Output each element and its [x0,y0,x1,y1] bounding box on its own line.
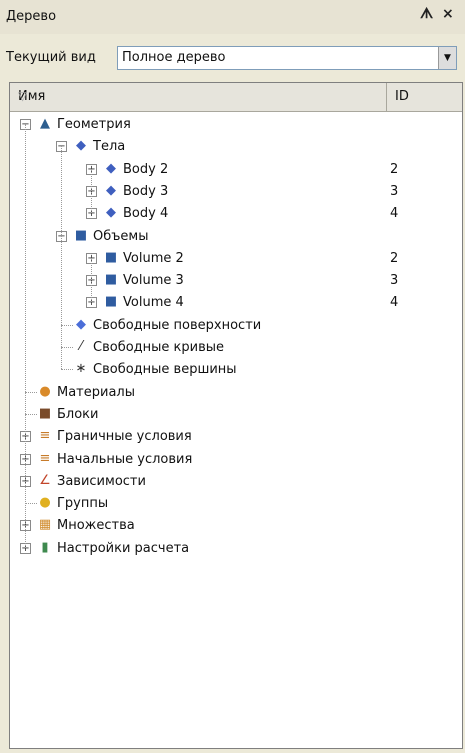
geometry-icon: ▲ [40,116,50,131]
tree-item-label: Тела [93,139,126,155]
tree-item[interactable]: ∗ Свободные вершины [10,360,462,382]
tree-item[interactable]: ⁄ Свободные кривые [10,338,462,360]
tree-item-id: 2 [390,161,399,177]
tree-item-label: Свободные поверхности [93,317,262,333]
tree-item-label: Body 3 [123,183,169,199]
tree-item-label: Настройки расчета [57,540,190,556]
boundary-conditions-icon: ≡ [39,428,51,444]
chevron-down-icon[interactable]: ▼ [438,47,456,69]
panel-titlebar: Дерево ᗑ × [0,0,465,34]
tree-item[interactable]: + ■ Volume 44 [10,293,462,315]
view-selector-row: Текущий вид Полное дерево ▼ [6,46,458,70]
tree-item[interactable]: + ◆ Body 44 [10,204,462,226]
volume-icon: ■ [104,294,118,310]
tree-guide-line [91,257,92,303]
body-icon: ◆ [106,160,116,176]
calc-settings-icon: ▮ [41,539,49,555]
tree-item-label: Свободные кривые [93,340,225,355]
tree-view[interactable]: − ▲ Геометрия − ◆ Тела + ◆ Body 2 2 + ◆ Body 3 3 + ◆ Bod… [10,112,462,748]
tree-item-label: Body 4 [123,206,169,222]
filter-icon[interactable]: ▽ [18,89,378,103]
materials-icon: ● [39,383,51,399]
tree-item-id: 3 [390,183,399,199]
tree-item-label: Начальные условия [57,451,193,467]
tree-connector [25,503,37,505]
tree-item-label: Граничные условия [57,429,192,445]
pin-icon[interactable]: ᗑ [420,6,433,22]
tree-item[interactable]: + ≡ Начальные условия [10,450,462,472]
body-icon: ◆ [106,205,116,221]
view-select-value: Полное дерево [122,50,226,65]
tree-item-id: 2 [390,250,399,266]
body-icon: ◆ [106,182,116,198]
volume-icon: ■ [104,272,118,288]
tree-item[interactable]: ● Группы [10,494,462,516]
blocks-icon: ■ [38,405,52,421]
tree-item-label: Body 2 [123,161,169,177]
volume-icon: ■ [104,249,118,265]
column-id-label: ID [395,89,409,104]
tree-item-label: Volume 2 [123,250,184,266]
tree-item[interactable]: + ■ Volume 22 [10,249,462,271]
tree-item-label: Множества [57,518,135,534]
tree-item-label: Объемы [93,228,149,244]
column-header-name[interactable]: Имя ▽ [10,83,387,111]
tree-item[interactable]: + ▮ Настройки расчета [10,539,462,561]
tree-connector [61,347,73,348]
tree-item[interactable]: + ∠ Зависимости [10,472,462,494]
tree-item-label: Volume 3 [123,273,184,289]
tree-guide-line [91,168,92,214]
tree-item[interactable]: + ◆ Body 33 [10,182,462,204]
column-header-id[interactable]: ID [387,83,462,111]
dependencies-icon: ∠ [39,472,51,488]
tree-item[interactable]: − ◆ Тела [10,137,462,159]
tree-item-label: Геометрия [57,117,131,132]
tree-connector [25,413,37,415]
bodies-icon: ◆ [76,138,86,154]
tree-item[interactable]: + ≡ Граничные условия [10,427,462,449]
tree-connector [61,324,73,326]
tree-item[interactable]: ◆ Свободные поверхности [10,316,462,338]
view-select[interactable]: Полное дерево ▼ [117,46,457,70]
free-curves-icon: ⁄ [79,339,83,354]
tree-item-label: Зависимости [57,473,146,489]
tree-item[interactable]: − ■ Объемы [10,227,462,249]
tree-item[interactable]: − ▲ Геометрия [10,115,462,137]
tree-connector [25,391,37,393]
tree-item-id: 3 [390,273,399,289]
tree-connector [61,369,73,371]
tree-item-label: Volume 4 [123,295,184,311]
tree-header: Имя ▽ ID [10,83,462,112]
tree-item-label: Группы [57,496,109,512]
initial-conditions-icon: ≡ [39,450,51,466]
free-surfaces-icon: ◆ [76,316,86,332]
groups-icon: ● [39,495,51,511]
tree-guide-line [25,124,26,548]
tree-item[interactable]: + ▦ Множества [10,516,462,538]
sets-icon: ▦ [38,517,52,533]
tree-item-label: Материалы [57,384,135,400]
free-vertices-icon: ∗ [75,361,87,377]
tree-item[interactable]: + ◆ Body 22 [10,160,462,182]
tree-item[interactable]: ● Материалы [10,383,462,405]
close-icon[interactable]: × [442,6,454,22]
tree-item-label: Свободные вершины [93,362,237,378]
tree-item[interactable]: ■ Блоки [10,405,462,427]
tree-item-id: 4 [390,295,399,311]
panel-title: Дерево [6,9,57,24]
tree-panel: Имя ▽ ID − ▲ Геометрия − ◆ Тела + ◆ Body 2 2 + ◆ Bod… [9,82,463,749]
tree-item[interactable]: + ■ Volume 33 [10,271,462,293]
tree-guide-line [61,146,62,370]
tree-item-label: Блоки [57,406,99,422]
volumes-icon: ■ [74,227,88,243]
tree-item-id: 4 [390,206,399,222]
current-view-label: Текущий вид [6,50,96,65]
